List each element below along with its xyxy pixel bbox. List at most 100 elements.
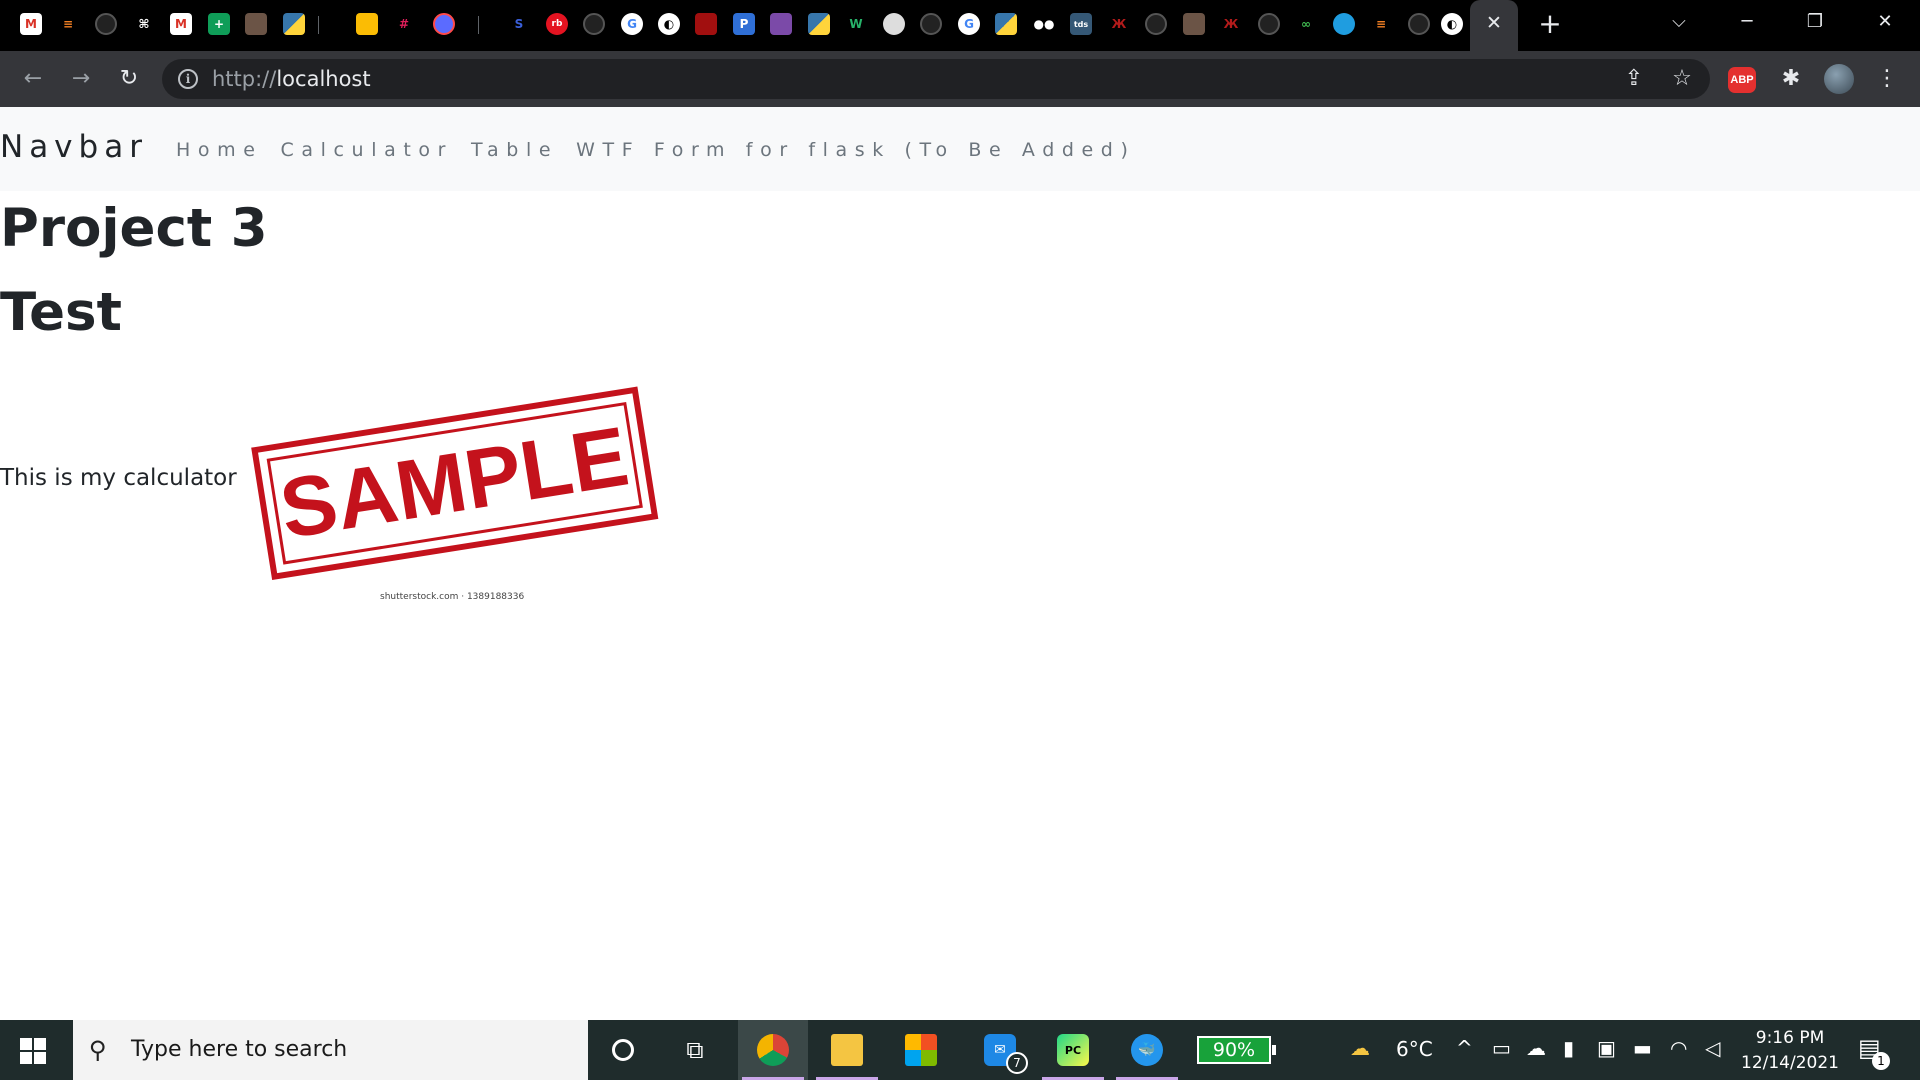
forward-button[interactable]: → — [66, 64, 96, 94]
folder-icon — [831, 1034, 863, 1066]
new-tab-button[interactable]: + — [1536, 10, 1564, 38]
github-icon[interactable] — [1258, 13, 1280, 35]
red-figure-icon[interactable]: Ж — [1108, 13, 1130, 35]
share-icon[interactable]: ⇪ — [1622, 67, 1646, 91]
windows-start-icon[interactable] — [20, 1038, 46, 1064]
store-icon — [905, 1034, 937, 1066]
address-bar[interactable]: i http://localhost ⇪ ☆ — [162, 59, 1710, 99]
google-icon[interactable]: G — [621, 13, 643, 35]
github-icon[interactable] — [920, 13, 942, 35]
bubble-icon[interactable] — [883, 13, 905, 35]
w-icon[interactable]: W — [845, 13, 867, 35]
display-icon[interactable]: ▣ — [1597, 1036, 1616, 1060]
cortana-icon[interactable] — [588, 1020, 658, 1080]
nav-link-calculator[interactable]: Calculator — [281, 139, 453, 161]
wifi-icon[interactable]: ◠ — [1670, 1036, 1687, 1060]
python-icon[interactable] — [283, 13, 305, 35]
browser-toolbar: ← → ↻ i http://localhost ⇪ ☆ ABP ✱ ⋮ — [0, 51, 1920, 107]
task-view-icon[interactable]: ⧉ — [660, 1020, 730, 1080]
gmail-icon[interactable]: M — [20, 13, 42, 35]
tab-strip: M ≡ ⌘ M + # S rb G ◐ P W G ●● tds Ж Ж ∞ … — [0, 0, 1920, 51]
slack-icon[interactable]: # — [393, 13, 415, 35]
avatar-icon[interactable] — [1183, 13, 1205, 35]
bookmark-star-icon[interactable]: ☆ — [1670, 67, 1694, 91]
keep-icon[interactable] — [356, 13, 378, 35]
google-icon[interactable]: G — [958, 13, 980, 35]
google-sheets-icon[interactable]: + — [208, 13, 230, 35]
avatar-icon[interactable] — [245, 13, 267, 35]
extensions-puzzle-icon[interactable]: ✱ — [1776, 64, 1806, 94]
search-icon: ⚲ — [89, 1036, 107, 1064]
redbubble-icon[interactable]: rb — [546, 13, 568, 35]
github-icon[interactable] — [583, 13, 605, 35]
reload-button[interactable]: ↻ — [114, 64, 144, 94]
page-title: Project 3 — [0, 198, 268, 259]
onedrive-cloud-icon[interactable]: ☁ — [1526, 1036, 1546, 1060]
page-subtitle: Test — [0, 282, 122, 343]
globe-icon[interactable]: ◐ — [1441, 13, 1463, 35]
red-figure-icon[interactable]: Ж — [1220, 13, 1242, 35]
meet-now-icon[interactable]: ▭ — [1492, 1036, 1511, 1060]
gmail-icon[interactable]: M — [170, 13, 192, 35]
taskbar-search-box[interactable]: ⚲ Type here to search — [73, 1020, 588, 1080]
sample-stamp-image: SAMPLE — [240, 372, 660, 592]
python-icon[interactable] — [808, 13, 830, 35]
app-icon[interactable] — [433, 13, 455, 35]
active-tab[interactable]: ✕ — [1470, 0, 1518, 51]
back-button[interactable]: ← — [18, 64, 48, 94]
taskbar-pycharm[interactable]: PC — [1038, 1020, 1108, 1080]
tab-close-icon[interactable]: ✕ — [1483, 12, 1505, 34]
browser-menu-icon[interactable]: ⋮ — [1872, 64, 1902, 94]
calculator-description: This is my calculator — [0, 465, 237, 491]
nav-link-home[interactable]: Home — [176, 139, 263, 161]
speaker-muted-icon[interactable]: ◁ — [1705, 1036, 1720, 1060]
microphone-icon[interactable]: ▮ — [1563, 1036, 1574, 1060]
url-text[interactable]: http://localhost — [212, 59, 371, 99]
tab-search-icon[interactable]: ⌵ — [1656, 6, 1702, 38]
taskbar-chrome[interactable] — [738, 1020, 808, 1080]
window-close-button[interactable]: ✕ — [1862, 6, 1908, 38]
nav-links: Home Calculator Table WTF Form for flask… — [176, 139, 1153, 161]
minimize-button[interactable]: ─ — [1724, 6, 1770, 38]
blue-circle-icon[interactable] — [1333, 13, 1355, 35]
profile-avatar[interactable] — [1824, 64, 1854, 94]
purple-icon[interactable] — [770, 13, 792, 35]
site-navbar: Navbar Home Calculator Table WTF Form fo… — [0, 107, 1920, 191]
taskbar-file-explorer[interactable] — [812, 1020, 882, 1080]
taskbar-clock[interactable]: 9:16 PM 12/14/2021 — [1740, 1026, 1840, 1076]
github-icon[interactable] — [1408, 13, 1430, 35]
infinity-icon[interactable]: ∞ — [1295, 13, 1317, 35]
chrome-icon — [757, 1034, 789, 1066]
show-hidden-icons-caret[interactable]: ^ — [1456, 1036, 1473, 1060]
battery-tray-icon[interactable]: ▬ — [1633, 1036, 1652, 1060]
battery-widget[interactable]: 90% — [1197, 1036, 1276, 1064]
red-icon[interactable] — [695, 13, 717, 35]
nav-link-table[interactable]: Table — [471, 139, 558, 161]
stackoverflow-icon[interactable]: ≡ — [57, 13, 79, 35]
notification-count-badge: 1 — [1872, 1052, 1890, 1070]
stamp-graphic: SAMPLE — [251, 386, 659, 581]
docker-icon: 🐳 — [1131, 1034, 1163, 1066]
python-icon[interactable] — [995, 13, 1017, 35]
restore-button[interactable]: ❐ — [1792, 6, 1838, 38]
gift-icon[interactable]: ⌘ — [133, 13, 155, 35]
github-icon[interactable] — [95, 13, 117, 35]
pycharm-icon: PC — [1057, 1034, 1089, 1066]
medium-icon[interactable]: ●● — [1033, 13, 1055, 35]
stackoverflow-icon[interactable]: ≡ — [1370, 13, 1392, 35]
s-icon[interactable]: S — [508, 13, 530, 35]
navbar-brand[interactable]: Navbar — [0, 129, 148, 165]
image-caption: shutterstock.com · 1389188336 — [380, 592, 525, 602]
weather-temperature[interactable]: 6°C — [1396, 1037, 1433, 1061]
globe-icon[interactable]: ◐ — [658, 13, 680, 35]
url-host: localhost — [276, 67, 371, 91]
taskbar-docker[interactable]: 🐳 — [1112, 1020, 1182, 1080]
adblock-plus-icon[interactable]: ABP — [1728, 67, 1756, 93]
weather-icon[interactable]: ☁ — [1350, 1036, 1370, 1060]
nav-link-wtf-form[interactable]: WTF Form for flask (To Be Added) — [576, 139, 1135, 161]
p-icon[interactable]: P — [733, 13, 755, 35]
taskbar-store[interactable] — [886, 1020, 956, 1080]
github-icon[interactable] — [1145, 13, 1167, 35]
tds-icon[interactable]: tds — [1070, 13, 1092, 35]
site-info-icon[interactable]: i — [178, 69, 198, 89]
